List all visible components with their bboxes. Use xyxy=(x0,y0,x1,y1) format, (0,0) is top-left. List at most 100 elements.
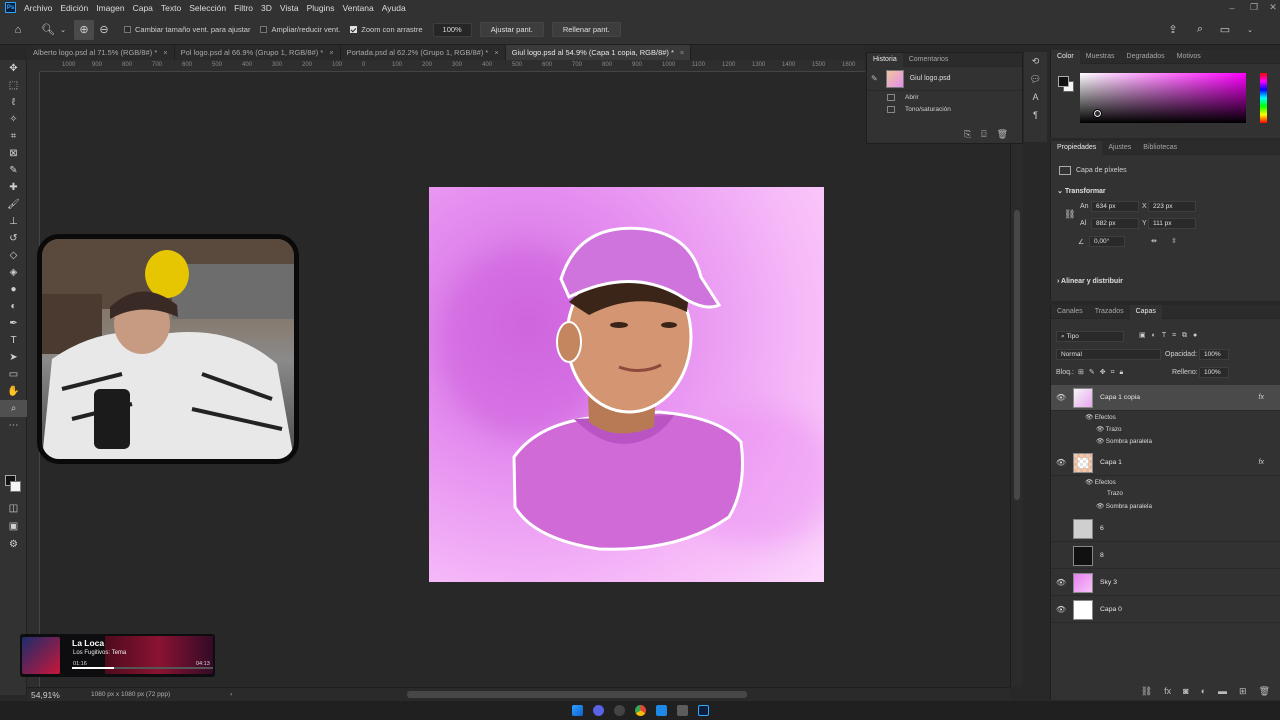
eyedropper-icon[interactable]: ✎ xyxy=(0,162,27,179)
hue-slider[interactable] xyxy=(1260,73,1267,123)
crop-tool-icon[interactable]: ⌗ xyxy=(0,128,27,145)
app-icon[interactable] xyxy=(655,705,667,716)
trash-icon[interactable]: 🗑︎ xyxy=(997,129,1008,140)
zoom-in-icon[interactable]: ⊕ xyxy=(74,19,94,40)
marquee-tool-icon[interactable]: ⬚ xyxy=(0,77,27,94)
visibility-eye-icon[interactable]: 👁︎ xyxy=(1051,578,1071,587)
extras-icon[interactable]: ⚙ xyxy=(0,536,27,553)
obs-icon[interactable] xyxy=(613,705,625,716)
layer-row[interactable]: 👁︎ Capa 1 copia fx xyxy=(1051,385,1280,411)
character-panel-icon[interactable]: A xyxy=(1024,88,1047,106)
tab-comments[interactable]: Comentarios xyxy=(903,53,955,67)
history-brush-icon[interactable]: ↺ xyxy=(0,230,27,247)
checkbox-box[interactable] xyxy=(124,26,131,33)
checkbox-box-checked[interactable] xyxy=(350,26,358,33)
minimize-icon[interactable]: – xyxy=(1221,0,1243,15)
frame-tool-icon[interactable]: ⊠ xyxy=(0,145,27,162)
tab-patterns[interactable]: Motivos xyxy=(1171,50,1207,64)
tab-color[interactable]: Color xyxy=(1051,49,1080,64)
type-tool-icon[interactable]: T xyxy=(0,332,27,349)
menu-texto[interactable]: Texto xyxy=(157,3,185,13)
link-layers-icon[interactable]: ⛓ xyxy=(1141,686,1152,697)
tab-paths[interactable]: Trazados xyxy=(1089,305,1130,319)
tab-layers[interactable]: Capas xyxy=(1129,304,1162,319)
background-color-swatch[interactable] xyxy=(10,481,21,492)
close-icon[interactable]: × xyxy=(494,48,498,57)
menu-filtro[interactable]: Filtro xyxy=(230,3,257,13)
home-icon[interactable]: ⌂ xyxy=(8,20,28,40)
tab-portada[interactable]: Portada.psd al 62.2% (Grupo 1, RGB/8#) *… xyxy=(341,45,506,60)
lock-icons[interactable]: ⊞✎✥⌗🔒︎ xyxy=(1078,368,1128,377)
angle-field[interactable]: 0,00° xyxy=(1089,236,1125,247)
adjustment-layer-icon[interactable]: ◐ xyxy=(1201,686,1206,696)
effect-drop-shadow[interactable]: 👁︎ Sombra paralela xyxy=(1096,437,1152,445)
chevron-right-icon[interactable]: › xyxy=(230,691,232,698)
zoom-level[interactable]: 54,91% xyxy=(31,690,91,700)
menu-ayuda[interactable]: Ayuda xyxy=(378,3,410,13)
more-tools-icon[interactable]: ⋯ xyxy=(0,417,27,434)
width-field[interactable]: 634 px xyxy=(1091,201,1139,212)
healing-brush-icon[interactable]: ✚ xyxy=(0,179,27,196)
photoshop-taskbar-icon[interactable] xyxy=(697,705,709,716)
history-step[interactable]: Tono/saturación xyxy=(867,103,1022,115)
camera-icon[interactable]: ⌼ xyxy=(981,129,986,140)
history-snapshot[interactable]: ✎ Giul logo.psd xyxy=(867,67,1022,91)
tab-giul-logo[interactable]: Giul logo.psd al 54.9% (Capa 1 copia, RG… xyxy=(505,45,692,60)
app-icon[interactable] xyxy=(676,705,688,716)
effect-stroke[interactable]: Trazo xyxy=(1107,490,1123,497)
close-icon[interactable]: × xyxy=(329,48,333,57)
flip-horizontal-icon[interactable]: ⇹ xyxy=(1151,237,1157,245)
resize-windows-checkbox[interactable]: Cambiar tamaño vent. para ajustar xyxy=(124,25,250,34)
clone-stamp-icon[interactable]: ⊥ xyxy=(0,213,27,230)
search-icon[interactable]: ⌕ xyxy=(1190,20,1210,40)
discord-icon[interactable] xyxy=(592,705,604,716)
paint-bucket-icon[interactable]: ◈ xyxy=(0,264,27,281)
zoom-tool-icon[interactable]: 🔍︎ xyxy=(38,20,58,40)
tab-adjustments[interactable]: Ajustes xyxy=(1102,141,1137,155)
fill-field[interactable]: 100% xyxy=(1199,367,1229,378)
tab-gradients[interactable]: Degradados xyxy=(1121,50,1171,64)
menu-archivo[interactable]: Archivo xyxy=(20,3,56,13)
layer-row[interactable]: 👁︎ Capa 0 xyxy=(1051,597,1280,623)
visibility-eye-icon[interactable]: 👁︎ xyxy=(1051,393,1071,402)
layer-row[interactable]: 👁︎ Sky 3 xyxy=(1051,570,1280,596)
add-mask-icon[interactable]: ◙ xyxy=(1183,686,1188,696)
zoom-value-field[interactable]: 100% xyxy=(432,22,472,37)
color-picker-cursor[interactable] xyxy=(1093,109,1102,118)
history-panel-icon[interactable]: ⟲ xyxy=(1024,52,1047,70)
vertical-scrollbar[interactable] xyxy=(1014,210,1020,500)
screen-mode-icon[interactable]: ▣ xyxy=(0,518,27,535)
menu-capa[interactable]: Capa xyxy=(129,3,157,13)
dodge-tool-icon[interactable]: ◐ xyxy=(0,298,27,315)
quick-mask-icon[interactable]: ◫ xyxy=(0,500,27,517)
transform-section-title[interactable]: ⌄ Transformar xyxy=(1057,187,1106,195)
layer-fx-badge[interactable]: fx xyxy=(1259,394,1264,401)
layer-row[interactable]: 👁︎ Capa 1 fx xyxy=(1051,450,1280,476)
lasso-tool-icon[interactable]: ℓ xyxy=(0,94,27,111)
zoom-tool-icon[interactable]: ⌕ xyxy=(0,400,27,417)
eraser-icon[interactable]: ◇ xyxy=(0,247,27,264)
visibility-eye-icon[interactable]: 👁︎ xyxy=(1051,458,1071,467)
effects-label[interactable]: 👁︎ Efectos xyxy=(1085,413,1116,421)
move-tool-icon[interactable]: ✥ xyxy=(0,60,27,77)
new-layer-icon[interactable]: ⊞ xyxy=(1239,686,1247,697)
photoshop-logo-icon[interactable]: Ps xyxy=(5,2,16,13)
windows-start-icon[interactable] xyxy=(571,705,583,716)
paragraph-panel-icon[interactable]: ¶ xyxy=(1024,106,1047,124)
menu-3d[interactable]: 3D xyxy=(257,3,276,13)
effect-drop-shadow[interactable]: 👁︎ Sombra paralela xyxy=(1096,502,1152,510)
close-icon[interactable]: × xyxy=(163,48,167,57)
close-icon[interactable]: × xyxy=(680,48,684,57)
checkbox-box[interactable] xyxy=(260,26,268,33)
flip-vertical-icon[interactable]: ⇳ xyxy=(1171,237,1177,245)
menu-ventana[interactable]: Ventana xyxy=(339,3,378,13)
zoom-out-icon[interactable]: ⊖ xyxy=(94,20,114,40)
fill-screen-button[interactable]: Rellenar pant. xyxy=(551,22,621,37)
comments-icon[interactable]: 💬︎ xyxy=(1024,70,1047,88)
document-canvas[interactable] xyxy=(429,187,824,582)
zoom-all-windows-checkbox[interactable]: Ampliar/reducir vent. xyxy=(260,25,340,34)
hand-tool-icon[interactable]: ✋ xyxy=(0,383,27,400)
opacity-field[interactable]: 100% xyxy=(1199,349,1229,360)
tab-libraries[interactable]: Bibliotecas xyxy=(1137,141,1183,155)
tab-pol-logo[interactable]: Pol logo.psd al 66.9% (Grupo 1, RGB/8#) … xyxy=(175,45,341,60)
